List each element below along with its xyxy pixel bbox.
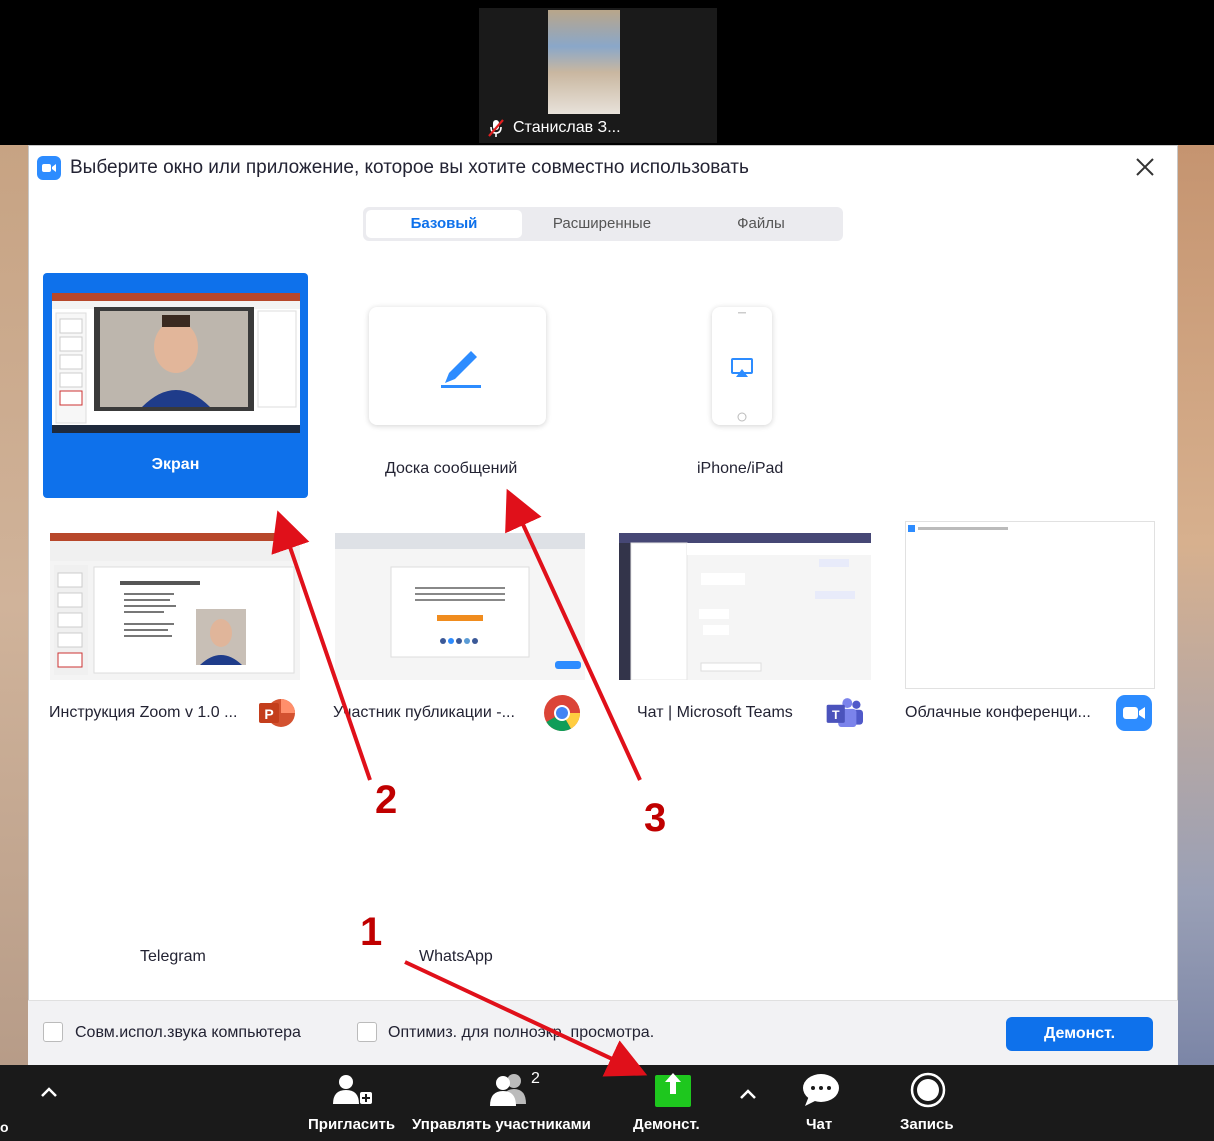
annotation-number-1: 1 — [360, 910, 383, 954]
chevron-up-icon[interactable] — [38, 1084, 60, 1100]
powerpoint-icon: P — [259, 699, 295, 727]
manage-participants-label[interactable]: Управлять участниками — [412, 1116, 591, 1134]
chat-label[interactable]: Чат — [806, 1116, 832, 1134]
window-thumb-chrome[interactable] — [335, 533, 585, 680]
svg-text:T: T — [832, 708, 840, 722]
participants-count-badge: 2 — [531, 1070, 540, 1087]
zoom-icon — [1116, 695, 1152, 731]
svg-text:P: P — [264, 706, 273, 722]
share-button[interactable]: Демонст. — [1006, 1017, 1153, 1051]
background-right — [1176, 145, 1214, 1141]
mic-muted-icon — [488, 119, 504, 137]
screen-preview — [52, 293, 300, 433]
screen-label: Экран — [151, 456, 200, 473]
share-screen-icon[interactable] — [654, 1070, 692, 1108]
window-label-teams: Чат | Microsoft Teams — [637, 704, 793, 721]
record-label[interactable]: Запись — [900, 1116, 954, 1134]
app-whatsapp[interactable]: WhatsApp — [419, 948, 493, 966]
whiteboard-label: Доска сообщений — [385, 460, 518, 477]
share-option-iphone[interactable] — [712, 307, 772, 425]
participant-name: Станислав З... — [513, 119, 621, 136]
airplay-icon — [731, 358, 753, 377]
tab-basic[interactable]: Базовый — [366, 210, 522, 238]
window-label-zoom: Облачные конференци... — [905, 704, 1091, 721]
background-left — [0, 145, 28, 1065]
window-thumb-zoom[interactable] — [905, 521, 1155, 689]
zoom-logo-icon — [37, 156, 61, 180]
iphone-label: iPhone/iPad — [697, 460, 784, 477]
window-thumb-teams[interactable] — [619, 533, 871, 680]
optimize-video-checkbox[interactable] — [357, 1022, 377, 1042]
annotation-number-3: 3 — [644, 796, 667, 840]
app-telegram[interactable]: Telegram — [140, 948, 206, 966]
share-option-whiteboard[interactable] — [369, 307, 546, 425]
toolbar-left-fragment: о — [0, 1119, 9, 1135]
window-label-chrome: Участник публикации -... — [333, 704, 515, 721]
chat-icon[interactable] — [801, 1072, 841, 1108]
window-thumb-powerpoint[interactable] — [50, 533, 300, 680]
share-label[interactable]: Демонст. — [633, 1116, 700, 1134]
share-sound-checkbox[interactable] — [43, 1022, 63, 1042]
teams-icon: T — [826, 698, 863, 728]
record-icon[interactable] — [910, 1072, 946, 1108]
dialog-title: Выберите окно или приложение, которое вы… — [70, 157, 749, 178]
tab-advanced[interactable]: Расширенные — [524, 210, 680, 238]
participant-video — [548, 10, 620, 114]
chrome-icon — [544, 695, 580, 732]
meeting-toolbar — [0, 1065, 1214, 1141]
tab-files[interactable]: Файлы — [683, 210, 839, 238]
window-label-powerpoint: Инструкция Zoom v 1.0 ... — [49, 704, 238, 721]
share-options-chevron-icon[interactable] — [737, 1086, 759, 1102]
annotation-number-2: 2 — [375, 778, 398, 822]
share-sound-label: Совм.испол.звука компьютера — [75, 1024, 301, 1041]
invite-label[interactable]: Пригласить — [308, 1116, 395, 1134]
participants-icon[interactable] — [486, 1072, 532, 1108]
optimize-video-label: Оптимиз. для полноэкр. просмотра. — [388, 1024, 655, 1041]
invite-icon[interactable] — [330, 1072, 376, 1108]
close-icon[interactable] — [1133, 155, 1157, 179]
pencil-icon — [441, 351, 481, 388]
share-tabs: Базовый Расширенные Файлы — [363, 207, 843, 241]
